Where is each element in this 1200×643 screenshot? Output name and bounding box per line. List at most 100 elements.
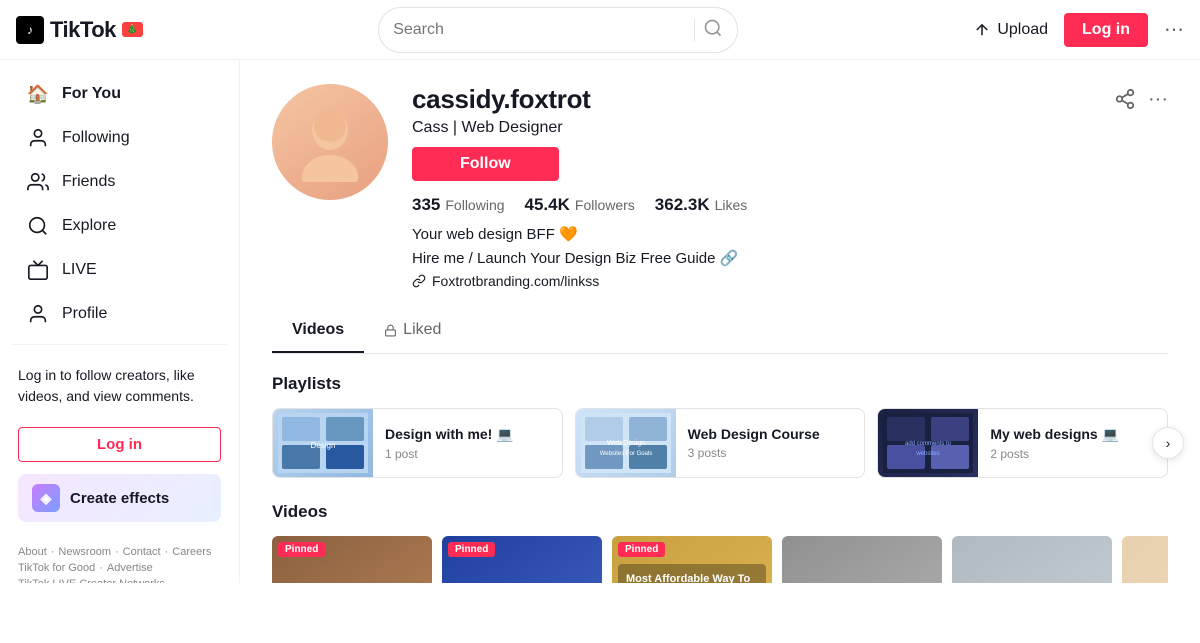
friends-icon [26, 170, 50, 194]
profile-link[interactable]: Foxtrotbranding.com/linkss [412, 273, 1168, 289]
profile-avatar [272, 84, 388, 200]
video-thumb-0: Pinned A Shopify mistake that makes you … [272, 536, 432, 583]
header-right: Upload Log in ⋯ [973, 13, 1184, 47]
effects-icon: ◈ [32, 484, 60, 512]
share-icon[interactable] [1114, 88, 1136, 116]
playlists-row: Design Design with me! 💻 1 post [272, 408, 1168, 478]
stat-following: 335 Following [412, 195, 505, 215]
footer-link-advertise[interactable]: Advertise [107, 562, 153, 574]
search-icon[interactable] [703, 18, 723, 41]
sidebar-label-live: LIVE [62, 261, 97, 279]
tab-videos[interactable]: Videos [272, 309, 364, 353]
more-options-icon[interactable]: ⋯ [1164, 17, 1184, 42]
playlist-count-0: 1 post [385, 447, 514, 461]
playlist-card-1[interactable]: Web Design Websites For Goals Web Design… [575, 408, 866, 478]
video-card-2[interactable]: Pinned Most Affordable Way To Vet the Be… [612, 536, 772, 583]
upload-button[interactable]: Upload [973, 21, 1048, 39]
profile-bio: Your web design BFF 🧡 [412, 225, 1168, 243]
footer-link-tiktokforgood[interactable]: TikTok for Good [18, 562, 95, 574]
playlist-name-2: My web designs 💻 [990, 426, 1119, 443]
layout: 🏠 For You Following Friends Explore L [0, 60, 1200, 583]
sidebar-label-explore: Explore [62, 217, 116, 235]
avatar-image [272, 84, 388, 200]
footer-link-about[interactable]: About [18, 546, 47, 558]
live-icon [26, 258, 50, 282]
sidebar-item-following[interactable]: Following [8, 116, 231, 160]
footer-link-sep4: · [99, 562, 103, 574]
search-bar [378, 7, 738, 53]
following-count: 335 [412, 195, 440, 215]
video-thumb-3: The #1 small business web design mistake… [782, 536, 942, 583]
profile-icon [26, 302, 50, 326]
profile-top-actions: ··· [1114, 88, 1168, 116]
profile-more-icon[interactable]: ··· [1148, 88, 1168, 116]
sidebar-label-friends: Friends [62, 173, 115, 191]
footer-link-careers[interactable]: Careers [172, 546, 211, 558]
video-card-3[interactable]: The #1 small business web design mistake… [782, 536, 942, 583]
sidebar-item-for-you[interactable]: 🏠 For You [8, 72, 231, 116]
search-input[interactable] [393, 21, 686, 39]
followers-label: Followers [575, 197, 635, 213]
video-card-1[interactable]: Pinned How I started my sustainable and … [442, 536, 602, 583]
sidebar-footer: About · Newsroom · Contact · Careers Tik… [0, 534, 239, 583]
sidebar-divider [12, 344, 227, 345]
footer-link-contact[interactable]: Contact [123, 546, 161, 558]
profile-link-text: Foxtrotbranding.com/linkss [432, 273, 599, 289]
playlist-info-1: Web Design Course 3 posts [676, 416, 832, 470]
effects-label: Create effects [70, 490, 169, 507]
svg-text:Web Design: Web Design [607, 440, 645, 447]
video-card-0[interactable]: Pinned A Shopify mistake that makes you … [272, 536, 432, 583]
playlists-title: Playlists [272, 374, 1168, 394]
footer-links: About · Newsroom · Contact · Careers Tik… [18, 546, 221, 583]
logo-text: TikTok [50, 17, 116, 43]
playlist-count-1: 3 posts [688, 446, 820, 460]
playlist-count-2: 2 posts [990, 447, 1119, 461]
sidebar-item-friends[interactable]: Friends [8, 160, 231, 204]
profile-display-name: Cass | Web Designer [412, 119, 1168, 137]
video-card-4[interactable]: People aren't reading your website ▶ 16.… [952, 536, 1112, 583]
sidebar: 🏠 For You Following Friends Explore L [0, 60, 240, 583]
footer-link-livecreator[interactable]: TikTok LIVE Creator Networks [18, 578, 165, 583]
create-effects-button[interactable]: ◈ Create effects [18, 474, 221, 522]
video-thumb-2: Pinned Most Affordable Way To Vet the Be… [612, 536, 772, 583]
sidebar-item-profile[interactable]: Profile [8, 292, 231, 336]
follow-button[interactable]: Follow [412, 147, 559, 181]
playlist-card-0[interactable]: Design Design with me! 💻 1 post [272, 408, 563, 478]
pinned-badge-0: Pinned [278, 542, 325, 557]
playlists-section: Playlists Design Design [272, 374, 1168, 478]
footer-link-newsroom[interactable]: Newsroom [58, 546, 111, 558]
video-thumb-1: Pinned How I started my sustainable and … [442, 536, 602, 583]
pinned-badge-1: Pinned [448, 542, 495, 557]
home-icon: 🏠 [26, 82, 50, 106]
sidebar-item-live[interactable]: LIVE [8, 248, 231, 292]
playlist-card-2[interactable]: add comments to websites My web designs … [877, 408, 1168, 478]
pinned-badge-2: Pinned [618, 542, 665, 557]
video-card-5[interactable]: Redecorate my office with me! ▶ 3784 Sti… [1122, 536, 1168, 583]
video-thumb-4: People aren't reading your website ▶ 16.… [952, 536, 1112, 583]
tiktok-logo-icon: ♪ [16, 16, 44, 44]
footer-link-sep3: · [165, 546, 169, 558]
stat-followers: 45.4K Followers [525, 195, 635, 215]
videos-title: Videos [272, 502, 1168, 522]
sidebar-label-profile: Profile [62, 305, 107, 323]
svg-text:add comments to: add comments to [905, 441, 952, 447]
playlist-next-button[interactable]: › [1152, 427, 1184, 459]
login-button[interactable]: Log in [1064, 13, 1148, 47]
sidebar-login-button[interactable]: Log in [18, 427, 221, 462]
profile-username: cassidy.foxtrot [412, 84, 591, 115]
profile-info: cassidy.foxtrot ··· Cass | Web Designer … [412, 84, 1168, 289]
playlist-info-0: Design with me! 💻 1 post [373, 416, 526, 471]
tab-liked[interactable]: Liked [364, 309, 461, 353]
tab-liked-label: Liked [384, 321, 441, 339]
playlist-name-0: Design with me! 💻 [385, 426, 514, 443]
upload-label: Upload [997, 21, 1048, 39]
profile-header: cassidy.foxtrot ··· Cass | Web Designer … [272, 84, 1168, 289]
header-left: ♪ TikTok 🎄 [16, 16, 143, 44]
profile-tabs: Videos Liked [272, 309, 1168, 354]
logo[interactable]: ♪ TikTok 🎄 [16, 16, 143, 44]
following-icon [26, 126, 50, 150]
playlist-thumb-1: Web Design Websites For Goals [576, 409, 676, 477]
footer-link-sep2: · [115, 546, 119, 558]
stat-likes: 362.3K Likes [655, 195, 748, 215]
sidebar-item-explore[interactable]: Explore [8, 204, 231, 248]
